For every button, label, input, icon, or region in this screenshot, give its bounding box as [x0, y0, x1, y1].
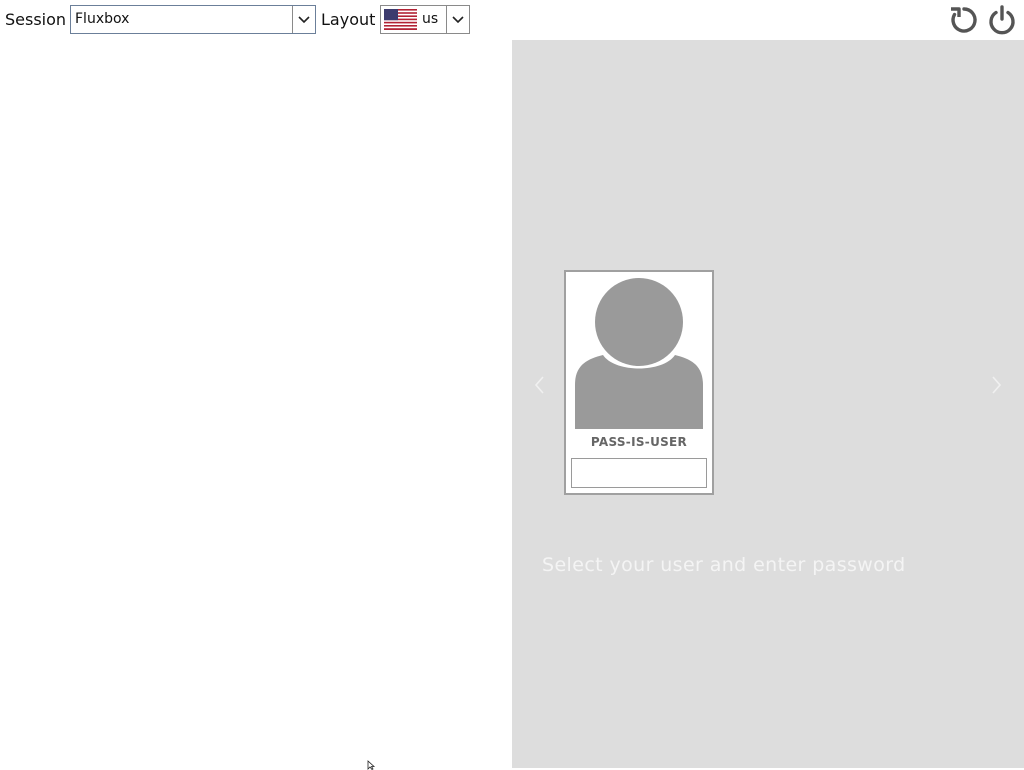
reboot-button[interactable]	[948, 4, 980, 36]
next-user-button[interactable]	[990, 374, 1004, 396]
previous-user-button[interactable]	[532, 374, 546, 396]
us-flag-icon	[384, 9, 417, 30]
login-hint: Select your user and enter password	[542, 554, 906, 576]
login-panel: PASS-IS-USER Select your user and enter …	[512, 40, 1024, 768]
layout-value: us	[422, 11, 439, 27]
session-label: Session	[5, 10, 67, 29]
session-select[interactable]: Fluxbox	[70, 5, 316, 34]
user-card[interactable]: PASS-IS-USER	[564, 270, 714, 495]
password-field[interactable]	[571, 458, 707, 488]
chevron-left-icon	[534, 376, 544, 394]
user-name: PASS-IS-USER	[590, 435, 688, 449]
user-avatar-icon	[575, 278, 703, 429]
top-bar: Session Fluxbox Layout us	[0, 0, 1024, 40]
chevron-right-icon	[992, 376, 1002, 394]
chevron-down-icon[interactable]	[446, 6, 469, 33]
power-button[interactable]	[986, 4, 1018, 36]
mouse-cursor-icon	[367, 760, 376, 770]
layout-select[interactable]: us	[380, 5, 470, 34]
power-icon	[989, 5, 1015, 35]
session-value: Fluxbox	[75, 11, 130, 27]
chevron-down-icon[interactable]	[292, 6, 315, 33]
reboot-icon	[951, 7, 977, 33]
layout-label: Layout	[321, 10, 376, 29]
